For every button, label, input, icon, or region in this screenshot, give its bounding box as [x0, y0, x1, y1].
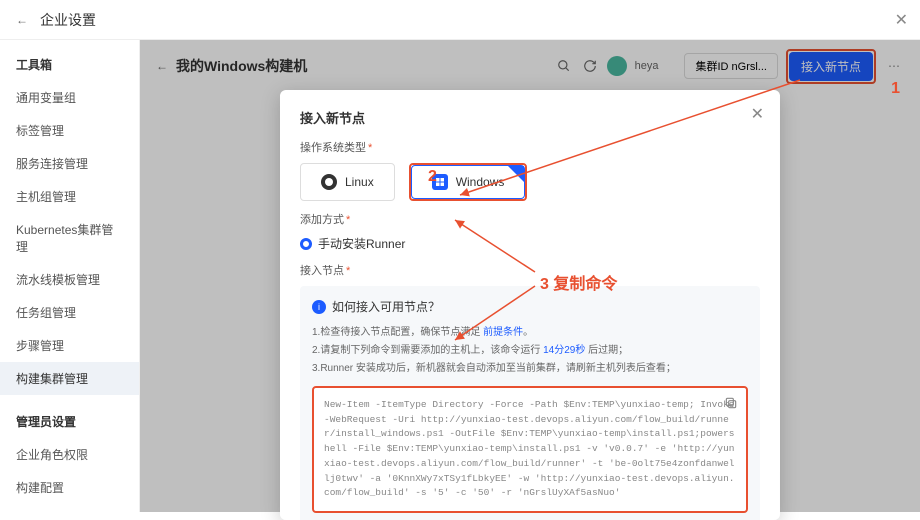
howto-box: i 如何接入可用节点？ 1.检查待接入节点配置，确保节点满足 前提条件。 2.请…: [300, 286, 760, 520]
prereq-link[interactable]: 前提条件: [483, 327, 523, 338]
modal-close-icon[interactable]: ✕: [751, 104, 764, 124]
info-icon: i: [312, 300, 326, 314]
page-back-icon[interactable]: ←: [12, 13, 32, 27]
sidebar-item[interactable]: 标签管理: [0, 114, 139, 147]
sidebar-item[interactable]: 主机组管理: [0, 180, 139, 213]
howto-title: 如何接入可用节点？: [332, 298, 440, 315]
add-method-label: 添加方式*: [300, 211, 760, 227]
page-close-icon[interactable]: ✕: [895, 10, 908, 30]
sidebar-item[interactable]: 通用变量组: [0, 81, 139, 114]
os-option-linux[interactable]: Linux: [300, 163, 395, 201]
install-command-text: New-Item -ItemType Directory -Force -Pat…: [324, 399, 734, 498]
install-command-box[interactable]: New-Item -ItemType Directory -Force -Pat…: [312, 386, 748, 513]
modal-overlay: 接入新节点 ✕ 操作系统类型* Linux: [140, 40, 920, 512]
os-option-windows[interactable]: Windows: [411, 165, 526, 199]
sidebar-section-admin: 管理员设置: [0, 409, 139, 438]
sidebar-item[interactable]: 服务连接管理: [0, 147, 139, 180]
sidebar-item[interactable]: 步骤管理: [0, 329, 139, 362]
modal-title: 接入新节点: [300, 108, 760, 127]
radio-selected-icon: [300, 238, 312, 250]
add-node-modal: 接入新节点 ✕ 操作系统类型* Linux: [280, 90, 780, 520]
os-type-label: 操作系统类型*: [300, 139, 760, 155]
sidebar-item[interactable]: 任务组管理: [0, 296, 139, 329]
countdown-text: 14分29秒: [543, 345, 585, 356]
sidebar-item[interactable]: 企业角色权限: [0, 438, 139, 471]
sidebar-item[interactable]: 构建配置: [0, 471, 139, 504]
sidebar-section-toolbox: 工具箱: [0, 52, 139, 81]
sidebar: 工具箱 通用变量组标签管理服务连接管理主机组管理Kubernetes集群管理流水…: [0, 40, 140, 512]
sidebar-item[interactable]: 构建集群管理: [0, 362, 139, 395]
windows-icon: [432, 174, 448, 190]
linux-icon: [321, 174, 337, 190]
page-title: 企业设置: [40, 10, 96, 30]
node-label: 接入节点*: [300, 262, 760, 278]
sidebar-item[interactable]: 流水线模板管理: [0, 263, 139, 296]
copy-icon[interactable]: [724, 396, 738, 416]
add-method-radio[interactable]: 手动安装Runner: [300, 235, 760, 252]
sidebar-item[interactable]: Kubernetes集群管理: [0, 213, 139, 263]
